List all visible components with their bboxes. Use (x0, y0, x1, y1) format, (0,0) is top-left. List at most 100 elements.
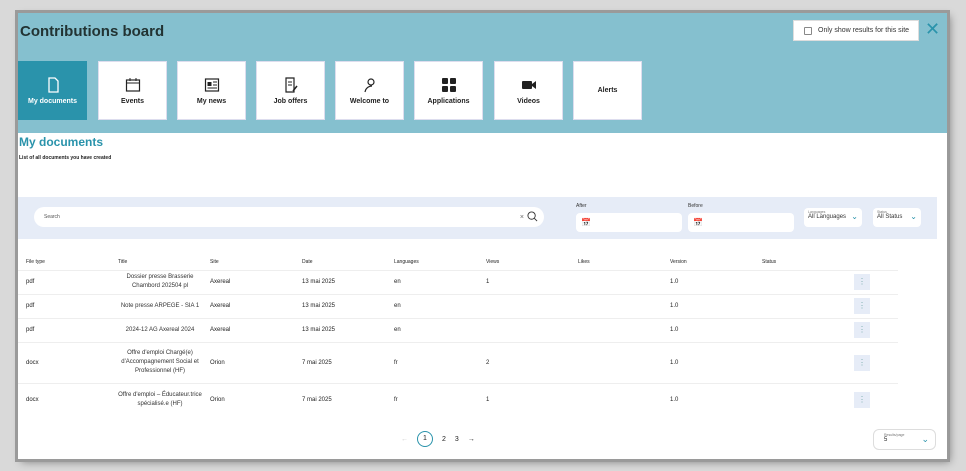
cell-title[interactable]: Offre d'emploi Chargé(e) d'Accompagnemen… (110, 341, 202, 383)
search-placeholder: Search (44, 214, 60, 220)
cell-likes (570, 382, 662, 417)
column-header: Version (670, 258, 687, 265)
next-arrow-icon[interactable]: → (468, 436, 475, 443)
actions-cell: ⋮ (846, 293, 898, 318)
cell-languages: fr (386, 341, 478, 383)
documents-table: File type Title Site Date Languages Views Like… (18, 254, 898, 417)
more-options-icon[interactable]: ⋮ (854, 354, 870, 371)
cell-version: 1.0 (662, 317, 754, 342)
cell-status (754, 317, 846, 342)
tile-job-offers[interactable]: Job offers (256, 61, 325, 120)
chevron-down-icon: ⌄ (851, 212, 858, 221)
cell-views: 1 (478, 269, 570, 294)
cell-status (754, 341, 846, 383)
actions-cell: ⋮ (846, 382, 898, 417)
table-row: pdf 2024-12 AG Axereal 2024 Axereal 13 mai … (18, 317, 898, 342)
status-value: All Status (877, 214, 903, 220)
tile-applications[interactable]: Applications (414, 61, 483, 120)
cell-languages: en (386, 293, 478, 318)
tile-my-news[interactable]: My news (177, 61, 246, 120)
document-icon (47, 76, 59, 93)
actions-cell: ⋮ (846, 317, 898, 342)
newspaper-icon (204, 77, 219, 92)
only-site-label: Only show results for this site (818, 27, 910, 34)
more-options-icon[interactable]: ⋮ (854, 322, 870, 338)
clear-icon[interactable]: × (520, 214, 524, 221)
calendar-icon: 📅 (581, 218, 591, 227)
cell-date: 7 mai 2025 (294, 341, 386, 383)
grid-icon (441, 77, 456, 92)
cell-languages: fr (386, 382, 478, 417)
tile-events[interactable]: Events (98, 61, 167, 120)
actions-cell: ⋮ (846, 269, 898, 294)
languages-value: All Languages (808, 214, 847, 220)
page-title: Contributions board (20, 23, 165, 40)
cell-date: 13 mai 2025 (294, 269, 386, 294)
cell-title[interactable]: 2024-12 AG Axereal 2024 (110, 317, 202, 342)
cell-likes (570, 341, 662, 383)
calendar-icon: 📅 (693, 218, 703, 227)
job-offer-icon (284, 76, 298, 93)
header-band: Contributions board Only show results fo… (18, 13, 947, 133)
languages-select[interactable]: Languages All Languages ⌄ (804, 208, 862, 227)
more-options-icon[interactable]: ⋮ (854, 392, 870, 409)
tile-welcome-to[interactable]: Welcome to (335, 61, 404, 120)
tile-videos[interactable]: Videos (494, 61, 563, 120)
cell-title[interactable]: Note presse ARPEGE - SIA 1 (110, 293, 202, 318)
tile-label: Applications (427, 97, 470, 105)
checkbox-icon[interactable] (804, 26, 812, 35)
cell-views: 2 (478, 341, 570, 383)
before-date-input[interactable]: 📅 (688, 213, 794, 232)
cell-version: 1.0 (662, 341, 754, 383)
cell-status (754, 382, 846, 417)
cell-title[interactable]: Dossier presse Brasserie Chambord 202504… (110, 269, 202, 294)
cell-file-type: pdf (18, 317, 110, 342)
filter-bar: Search × After 📅 Before 📅 Languages All La… (18, 197, 937, 239)
tile-label: Alerts (597, 87, 618, 94)
cell-title[interactable]: Offre d'emploi – Éducateur.trice spécial… (110, 382, 202, 417)
cell-views (478, 293, 570, 318)
results-per-page-select[interactable]: Results/page 5 ⌄ (873, 429, 936, 450)
cell-status (754, 293, 846, 318)
actions-cell: ⋮ (846, 341, 898, 383)
results-per-page-value: 5 (884, 437, 888, 443)
cell-file-type: docx (18, 382, 110, 417)
page-2[interactable]: 2 (442, 436, 446, 443)
contributions-board: Contributions board Only show results fo… (18, 13, 947, 459)
table-row: docx Offre d'emploi – Éducateur.trice spé… (18, 382, 898, 417)
search-icon[interactable] (527, 211, 538, 222)
cell-version: 1.0 (662, 269, 754, 294)
table-row: pdf Note presse ARPEGE - SIA 1 Axereal 13 m… (18, 293, 898, 318)
section-subtitle: List of all documents you have created (19, 155, 112, 161)
column-header: Views (486, 258, 500, 265)
cell-likes (570, 293, 662, 318)
chevron-down-icon: ⌄ (910, 212, 917, 221)
more-options-icon[interactable]: ⋮ (854, 274, 870, 290)
cell-views (478, 317, 570, 342)
page-3[interactable]: 3 (455, 436, 459, 443)
pagination: ← 1 2 3 → (401, 431, 475, 447)
calendar-icon (125, 77, 140, 92)
column-header: Status (762, 258, 777, 265)
tile-label: My news (196, 97, 227, 105)
column-header: Title (118, 258, 128, 265)
more-options-icon[interactable]: ⋮ (854, 298, 870, 314)
tile-alerts[interactable]: Alerts (573, 61, 642, 120)
tile-my-documents[interactable]: My documents (18, 61, 87, 120)
status-select[interactable]: Status All Status ⌄ (873, 208, 921, 227)
only-site-checkbox[interactable]: Only show results for this site (793, 20, 919, 41)
column-header: Site (210, 258, 219, 265)
search-input[interactable]: Search × (34, 207, 544, 227)
prev-arrow-icon[interactable]: ← (401, 436, 408, 443)
results-per-page-label: Results/page (884, 433, 905, 437)
cell-site: Axereal (202, 293, 294, 318)
cell-site: Axereal (202, 317, 294, 342)
cell-languages: en (386, 269, 478, 294)
cell-site: Orion (202, 341, 294, 383)
close-icon[interactable]: ✕ (925, 19, 940, 40)
video-icon (521, 80, 536, 89)
page-1[interactable]: 1 (417, 431, 433, 447)
after-date-input[interactable]: 📅 (576, 213, 682, 232)
cell-site: Orion (202, 382, 294, 417)
cell-languages: en (386, 317, 478, 342)
